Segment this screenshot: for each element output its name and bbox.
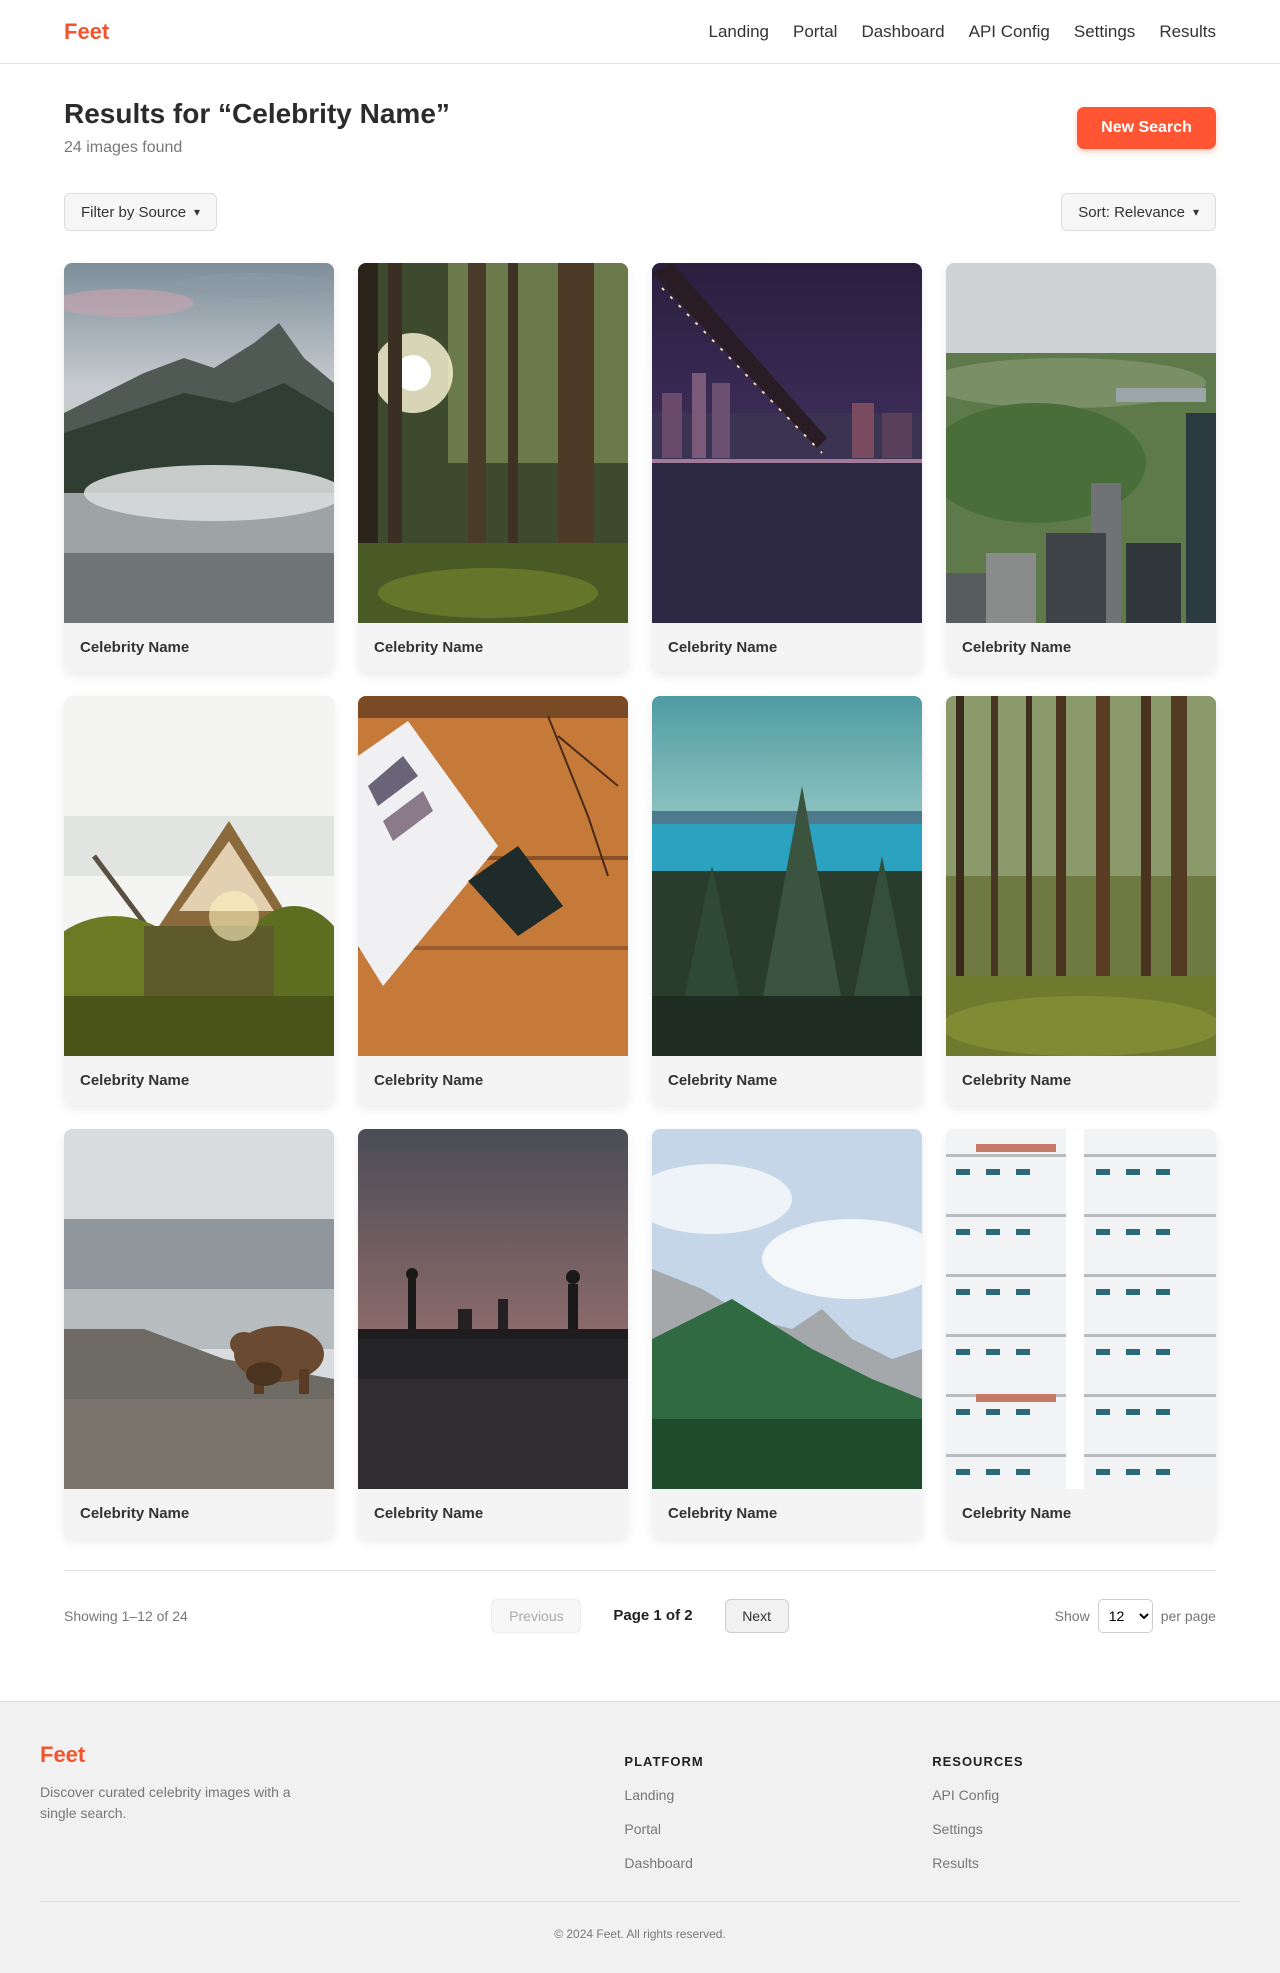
card-title: Celebrity Name — [962, 1505, 1072, 1522]
chevron-down-icon: ▾ — [194, 205, 201, 219]
chevron-down-icon: ▾ — [1192, 205, 1199, 219]
filter-source-dropdown[interactable]: Filter by Source ▾ — [64, 193, 218, 231]
result-image-bridge-night[interactable] — [652, 263, 922, 623]
previous-button[interactable]: Previous — [491, 1598, 582, 1633]
copyright: © 2024 Feet. All rights reserved. — [554, 1927, 726, 1941]
results-grid: Celebrity Name Celebrity Name Celebrity … — [64, 263, 1216, 1538]
showing-count: Showing 1–12 of 24 — [64, 1607, 188, 1624]
footer-columns: Feet Discover curated celebrity images w… — [40, 1702, 1240, 1902]
result-image-mountain[interactable] — [64, 263, 334, 623]
footer-link-results[interactable]: Results — [932, 1855, 1240, 1871]
footer-platform-column: PLATFORM Landing Portal Dashboard — [624, 1742, 932, 1901]
card-title: Celebrity Name — [374, 1072, 484, 1089]
brand-logo[interactable]: Feet — [64, 19, 109, 45]
nav-link-api-config[interactable]: API Config — [969, 22, 1050, 42]
result-card[interactable]: Celebrity Name — [64, 696, 334, 1105]
footer-link-settings[interactable]: Settings — [932, 1821, 1240, 1837]
per-page-select[interactable]: 12 — [1097, 1598, 1153, 1633]
per-page-label: per page — [1160, 1607, 1216, 1624]
result-card[interactable]: Celebrity Name — [358, 263, 628, 672]
nav-link-landing[interactable]: Landing — [709, 22, 770, 42]
sort-dropdown[interactable]: Sort: Relevance ▾ — [1061, 193, 1216, 231]
pagination-bar: Showing 1–12 of 24 Previous Page 1 of 2 … — [64, 1570, 1216, 1660]
footer-link-api-config[interactable]: API Config — [932, 1787, 1240, 1803]
result-card[interactable]: Celebrity Name — [358, 696, 628, 1105]
nav-link-settings[interactable]: Settings — [1074, 22, 1135, 42]
footer-brand-block: Feet Discover curated celebrity images w… — [40, 1742, 624, 1901]
result-card[interactable]: Celebrity Name — [946, 1129, 1216, 1538]
result-image-canoe[interactable] — [64, 696, 334, 1056]
page-title: Results for “Celebrity Name” — [64, 98, 450, 129]
result-card[interactable]: Celebrity Name — [64, 263, 334, 672]
pager: Previous Page 1 of 2 Next — [491, 1598, 789, 1633]
footer-platform-heading: PLATFORM — [624, 1754, 704, 1769]
footer-resources-column: RESOURCES API Config Settings Results — [932, 1742, 1240, 1901]
card-title: Celebrity Name — [374, 639, 484, 656]
new-search-button[interactable]: New Search — [1077, 107, 1216, 149]
nav-link-results[interactable]: Results — [1159, 22, 1216, 42]
results-count: 24 images found — [64, 139, 183, 156]
result-image-city-park[interactable] — [946, 263, 1216, 623]
footer-resources-heading: RESOURCES — [932, 1754, 1024, 1769]
filter-controls: Filter by Source ▾ Sort: Relevance ▾ — [64, 193, 1216, 231]
card-title: Celebrity Name — [374, 1505, 484, 1522]
nav-link-portal[interactable]: Portal — [793, 22, 837, 42]
card-title: Celebrity Name — [962, 1072, 1072, 1089]
results-header: Results for “Celebrity Name” 24 images f… — [64, 64, 1216, 157]
result-card[interactable]: Celebrity Name — [946, 696, 1216, 1105]
site-footer: Feet Discover curated celebrity images w… — [0, 1701, 1280, 1973]
next-button[interactable]: Next — [724, 1598, 789, 1633]
card-title: Celebrity Name — [668, 1505, 778, 1522]
result-image-building[interactable] — [946, 1129, 1216, 1489]
footer-description: Discover curated celebrity images with a… — [40, 1784, 291, 1821]
card-title: Celebrity Name — [668, 639, 778, 656]
result-card[interactable]: Celebrity Name — [652, 696, 922, 1105]
result-card[interactable]: Celebrity Name — [358, 1129, 628, 1538]
result-card[interactable]: Celebrity Name — [652, 263, 922, 672]
card-title: Celebrity Name — [668, 1072, 778, 1089]
result-image-lake-pines[interactable] — [652, 696, 922, 1056]
card-title: Celebrity Name — [80, 639, 190, 656]
footer-link-landing[interactable]: Landing — [624, 1787, 932, 1803]
result-image-pine-grove[interactable] — [946, 696, 1216, 1056]
footer-brand-logo[interactable]: Feet — [40, 1742, 85, 1767]
filter-source-label: Filter by Source — [81, 203, 187, 221]
nav-link-dashboard[interactable]: Dashboard — [861, 22, 944, 42]
result-card[interactable]: Celebrity Name — [652, 1129, 922, 1538]
per-page-control: Show 12 per page — [956, 1598, 1216, 1633]
main-nav: Landing Portal Dashboard API Config Sett… — [709, 22, 1217, 42]
card-title: Celebrity Name — [962, 639, 1072, 656]
footer-link-dashboard[interactable]: Dashboard — [624, 1855, 932, 1871]
page-indicator: Page 1 of 2 — [613, 1607, 693, 1624]
result-image-mountain-forest[interactable] — [652, 1129, 922, 1489]
results-main: Results for “Celebrity Name” 24 images f… — [0, 64, 1280, 1660]
result-image-bridge-statues[interactable] — [358, 1129, 628, 1489]
result-image-forest-sun[interactable] — [358, 263, 628, 623]
top-navbar: Feet Landing Portal Dashboard API Config… — [0, 0, 1280, 64]
result-image-bear[interactable] — [64, 1129, 334, 1489]
result-card[interactable]: Celebrity Name — [946, 263, 1216, 672]
card-title: Celebrity Name — [80, 1072, 190, 1089]
card-title: Celebrity Name — [80, 1505, 190, 1522]
show-label: Show — [1054, 1607, 1090, 1624]
sort-label: Sort: Relevance — [1078, 203, 1185, 221]
result-card[interactable]: Celebrity Name — [64, 1129, 334, 1538]
footer-link-portal[interactable]: Portal — [624, 1821, 932, 1837]
result-image-desk-book[interactable] — [358, 696, 628, 1056]
